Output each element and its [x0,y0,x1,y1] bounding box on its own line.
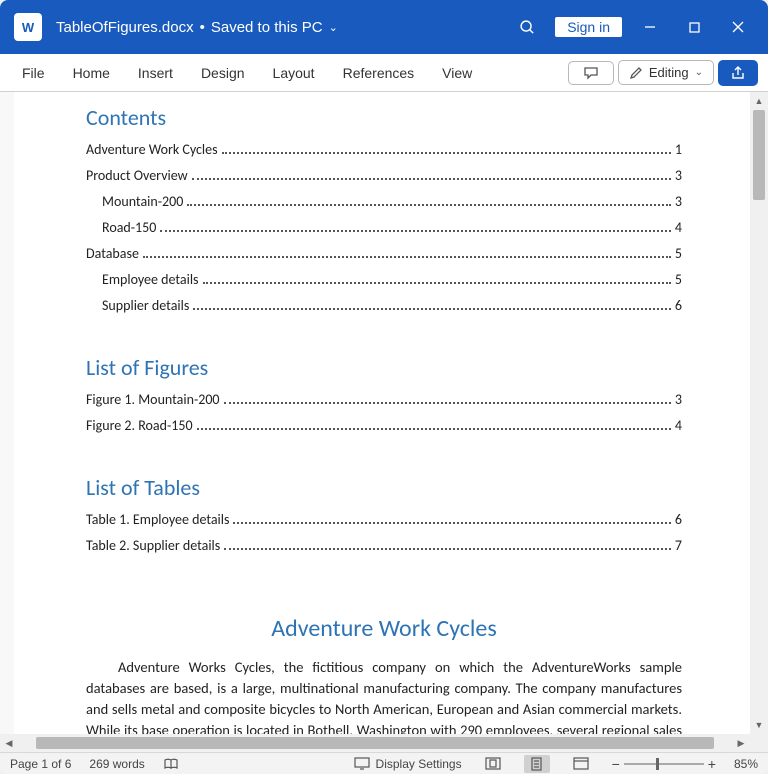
share-icon [730,66,746,80]
tab-design[interactable]: Design [189,59,257,87]
list-of-tables-heading: List of Tables [86,474,682,501]
zoom-slider[interactable]: − + [612,756,716,772]
vertical-scrollbar[interactable]: ▲ ▼ [750,92,768,734]
document-area[interactable]: Contents Adventure Work Cycles1 Product … [0,92,768,734]
document-page: Contents Adventure Work Cycles1 Product … [14,92,754,734]
chevron-down-icon: ⌄ [695,67,703,78]
list-of-figures: Figure 1. Mountain-2003 Figure 2. Road-1… [86,391,682,434]
scroll-up-arrow-icon[interactable]: ▲ [750,92,768,110]
horizontal-scroll-thumb[interactable] [36,737,714,749]
pencil-icon [629,66,643,80]
document-main-title: Adventure Work Cycles [86,614,682,643]
comment-icon [583,66,599,80]
scroll-left-arrow-icon[interactable]: ◀ [0,738,18,749]
editing-mode-button[interactable]: Editing ⌄ [618,60,714,85]
horizontal-scrollbar[interactable]: ◀ ▶ [0,734,750,752]
toc-row[interactable]: Mountain-2003 [86,193,682,210]
web-layout-button[interactable] [568,755,594,773]
tab-insert[interactable]: Insert [126,59,185,87]
toc-row[interactable]: Road-1504 [86,219,682,236]
scroll-down-arrow-icon[interactable]: ▼ [750,716,768,734]
page-info[interactable]: Page 1 of 6 [10,757,71,771]
tab-file[interactable]: File [10,59,57,87]
filename: TableOfFigures.docx [56,19,194,36]
share-button[interactable] [718,60,758,86]
zoom-out-button[interactable]: − [612,756,620,772]
book-icon[interactable] [163,757,179,771]
list-of-tables: Table 1. Employee details6 Table 2. Supp… [86,511,682,554]
lot-row[interactable]: Table 1. Employee details6 [86,511,682,528]
titlebar: W TableOfFigures.docx • Saved to this PC… [0,0,768,54]
signin-button[interactable]: Sign in [555,17,622,37]
word-count[interactable]: 269 words [89,757,144,771]
lof-row[interactable]: Figure 1. Mountain-2003 [86,391,682,408]
zoom-level[interactable]: 85% [734,757,758,771]
comments-button[interactable] [568,61,614,85]
contents-heading: Contents [86,104,682,131]
close-button[interactable] [716,7,760,47]
tab-layout[interactable]: Layout [261,59,327,87]
document-title[interactable]: TableOfFigures.docx • Saved to this PC ⌄ [56,19,338,36]
table-of-contents: Adventure Work Cycles1 Product Overview3… [86,141,682,314]
ribbon-tabs: File Home Insert Design Layout Reference… [0,54,768,92]
toc-row[interactable]: Employee details5 [86,271,682,288]
minimize-button[interactable] [628,7,672,47]
focus-mode-button[interactable] [480,755,506,773]
vertical-scroll-thumb[interactable] [753,110,765,200]
lot-row[interactable]: Table 2. Supplier details7 [86,537,682,554]
toc-row[interactable]: Database5 [86,245,682,262]
save-status: Saved to this PC [211,19,323,36]
list-of-figures-heading: List of Figures [86,354,682,381]
display-settings-button[interactable]: Display Settings [354,757,462,771]
toc-row[interactable]: Adventure Work Cycles1 [86,141,682,158]
tab-references[interactable]: References [331,59,427,87]
statusbar: Page 1 of 6 269 words Display Settings −… [0,752,768,774]
toc-row[interactable]: Supplier details6 [86,297,682,314]
maximize-button[interactable] [672,7,716,47]
word-app-icon: W [14,13,42,41]
scroll-right-arrow-icon[interactable]: ▶ [732,738,750,749]
toc-row[interactable]: Product Overview3 [86,167,682,184]
tab-home[interactable]: Home [61,59,122,87]
zoom-in-button[interactable]: + [708,756,716,772]
print-layout-button[interactable] [524,755,550,773]
editing-label: Editing [649,65,689,80]
lof-row[interactable]: Figure 2. Road-1504 [86,417,682,434]
tab-view[interactable]: View [430,59,484,87]
slider-track[interactable] [624,763,704,765]
display-settings-icon [354,757,370,770]
chevron-down-icon: ⌄ [329,21,338,34]
search-button[interactable] [505,7,549,47]
slider-thumb[interactable] [656,758,659,770]
body-paragraph: Adventure Works Cycles, the fictitious c… [86,657,682,734]
